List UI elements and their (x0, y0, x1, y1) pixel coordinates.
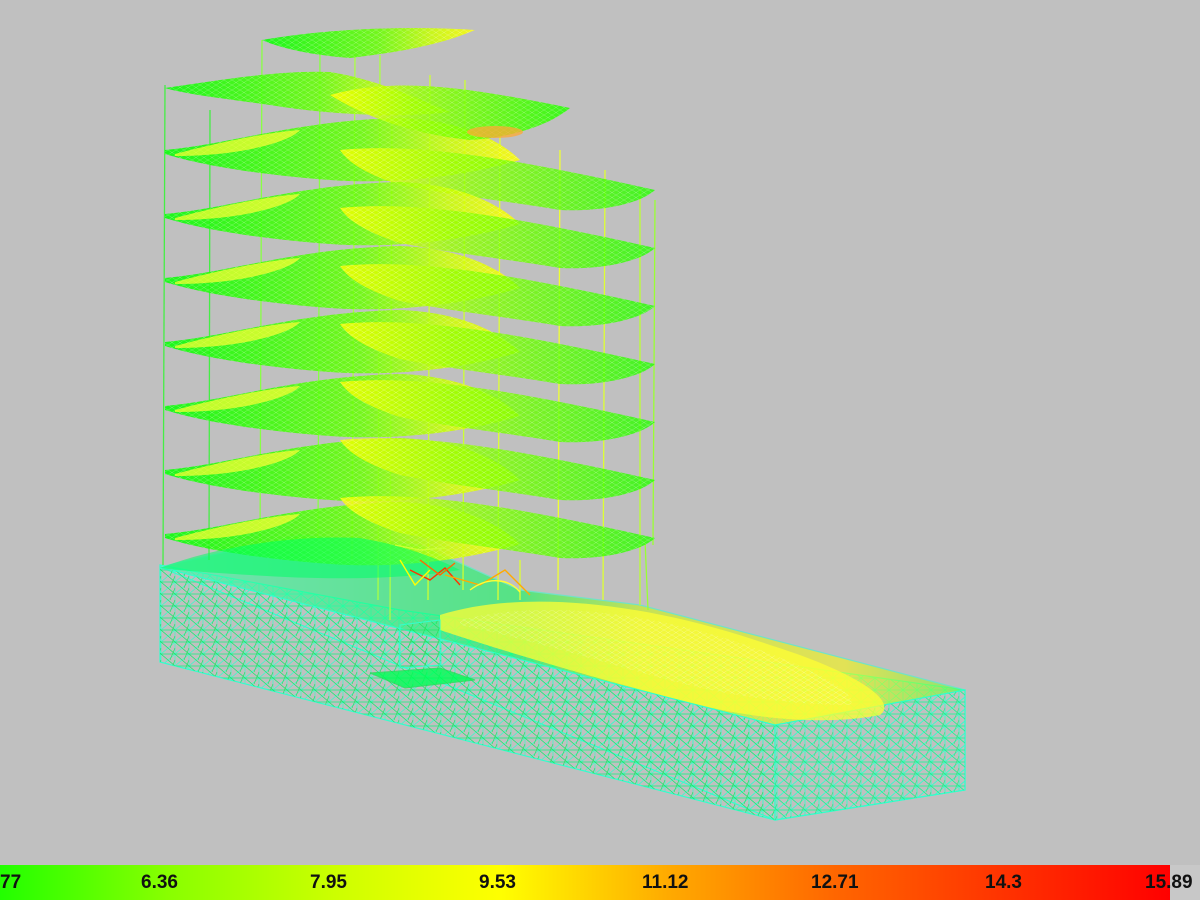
legend-label-5: 12.71 (811, 872, 859, 893)
base-podium (159, 534, 966, 821)
floor-slabs (160, 28, 655, 579)
model-viewport[interactable] (0, 0, 1200, 865)
legend-label-2: 7.95 (310, 872, 347, 893)
legend-label-4: 11.12 (642, 872, 689, 893)
legend-label-1: 6.36 (141, 872, 178, 893)
peak-stress-spot (467, 126, 523, 138)
legend-label-6: 14.3 (985, 872, 1022, 893)
legend-label-3: 9.53 (479, 872, 516, 893)
color-legend: 77 6.36 7.95 9.53 11.12 12.71 14.3 15.89 (0, 865, 1200, 900)
legend-label-7: 15.89 (1145, 872, 1193, 893)
legend-label-0: 77 (0, 872, 22, 893)
roof-slab-top-mesh (262, 28, 475, 58)
building-model (159, 28, 966, 821)
